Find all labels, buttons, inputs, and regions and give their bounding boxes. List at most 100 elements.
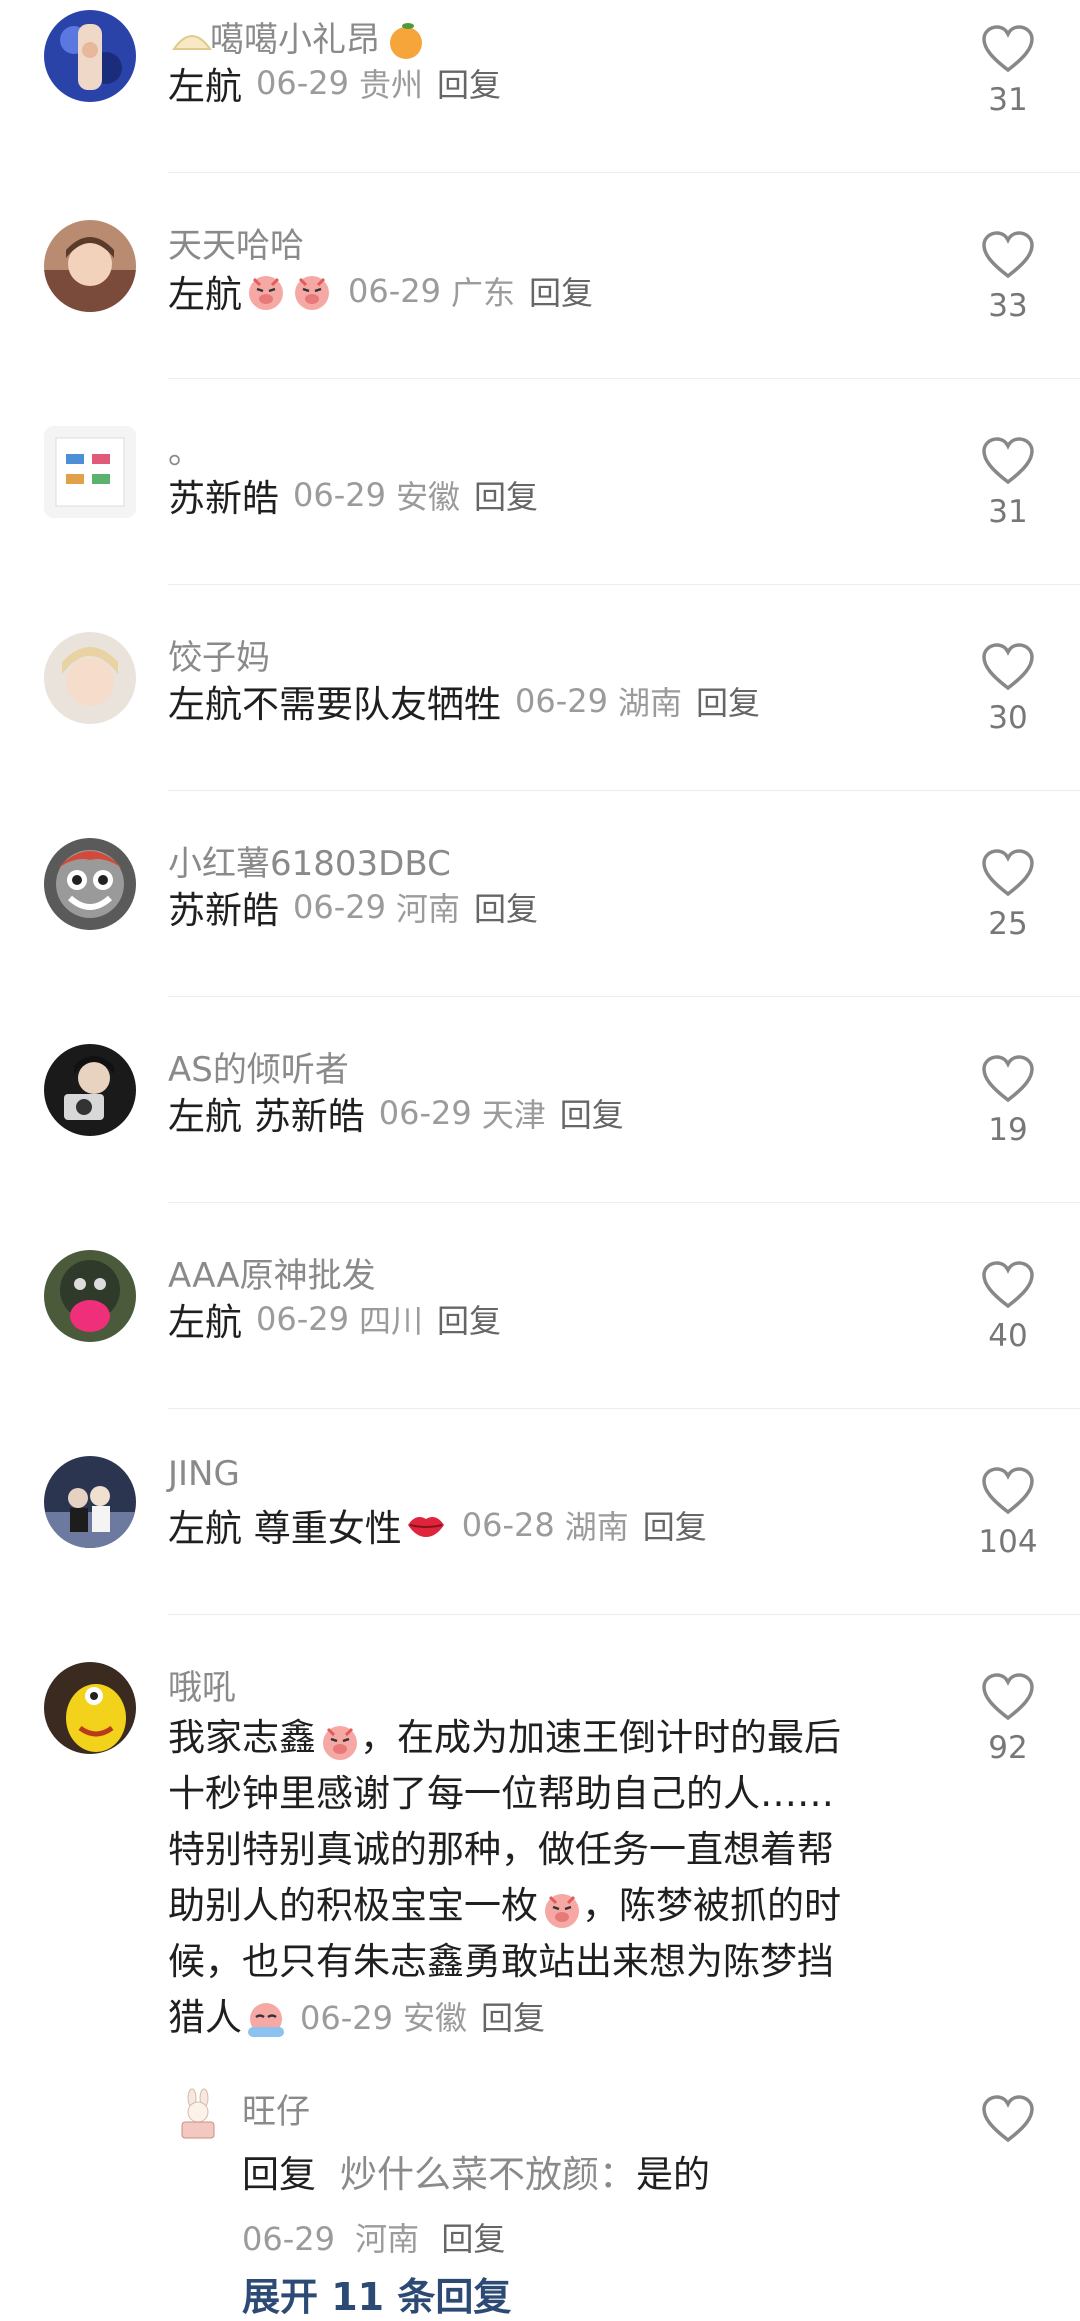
comment-date: 06-29 [300,1999,393,2037]
divider [168,378,1080,379]
like-button[interactable]: 92 [978,1672,1038,1766]
comment-username[interactable]: JING [168,1454,240,1494]
like-button[interactable]: 104 [978,1466,1038,1560]
avatar[interactable] [176,2088,220,2142]
comment-date: 06-29 [293,888,386,926]
like-button[interactable]: 30 [978,642,1038,736]
expand-replies-link[interactable]: 展开 11 条回复 [242,2266,511,2321]
comment-date: 06-29 [348,272,441,310]
comment-text-line: 苏新皓 06-29 河南 回复 [168,880,538,934]
like-button[interactable]: 31 [978,436,1038,530]
sub-reply-text: 回复 炒什么菜不放颜：是的 [242,2153,710,2196]
divider [168,790,1080,791]
comment-text: 我家志鑫 ，在成为加速王倒计时的最后 十秒钟里感谢了每一位帮助自己的人…… 特别特… [168,1710,948,2046]
heart-icon [982,1673,1034,1721]
like-button[interactable]: 33 [978,230,1038,324]
comment-location: 河南 [395,890,460,928]
like-count: 31 [988,494,1028,530]
comment-text: 苏新皓 [168,889,279,932]
avatar[interactable] [44,1662,136,1754]
reply-button[interactable]: 回复 [474,884,538,930]
avatar[interactable] [44,220,136,312]
like-button[interactable] [978,2094,1038,2144]
divider [168,996,1080,997]
divider [168,584,1080,585]
reply-button[interactable]: 回复 [560,1090,624,1136]
like-count: 104 [978,1524,1038,1560]
comment-location: 天津 [481,1096,546,1134]
reply-button[interactable]: 回复 [643,1502,707,1548]
comment-text-line: 左航 06-29 四川 回复 [168,1292,501,1346]
comment-location: 安徽 [395,478,460,516]
comment-text: 左航 尊重女性 [168,1507,402,1550]
avatar[interactable] [44,1250,136,1342]
comment-username[interactable]: 饺子妈 [168,630,270,679]
divider [168,1614,1080,1615]
comment-location: 湖南 [564,1508,629,1546]
comment-date: 06-29 [515,682,608,720]
comment-text: 苏新皓 [168,477,279,520]
heart-icon [982,849,1034,897]
comment-username[interactable]: 。 [168,424,202,473]
reply-button[interactable]: 回复 [437,1296,501,1342]
comment-text: 左航 苏新皓 [168,1095,365,1138]
bunny-cake-icon [181,2088,215,2139]
lips-emoji [404,1503,448,1547]
like-button[interactable]: 19 [978,1054,1038,1148]
comment-username[interactable]: AAA原神批发 [168,1248,376,1297]
avatar[interactable] [44,838,136,930]
comment-text: 左航不需要队友牺牲 [168,683,501,726]
heart-icon [982,643,1034,691]
comment-username[interactable]: AS的倾听者 [168,1042,349,1091]
avatar[interactable] [44,1044,136,1136]
comment-text: 左航 [168,1301,242,1344]
comment-date: 06-29 [378,1094,472,1132]
like-count: 19 [988,1112,1028,1148]
angry-pig-emoji [244,269,288,313]
heart-icon [982,25,1034,73]
avatar[interactable] [44,10,136,102]
comment-text-line: 左航 尊重女性 06-28 湖南 回复 [168,1498,707,1552]
reply-button[interactable]: 回复 [481,1990,545,2046]
avatar[interactable] [44,1456,136,1548]
heart-icon [982,1467,1034,1515]
angry-pig-emoji [540,1887,582,1929]
comment-location: 贵州 [358,66,423,104]
sub-reply-username[interactable]: 旺仔 [242,2084,310,2133]
comment-text-line: 左航 06-29 贵州 回复 [168,56,501,110]
comment-username[interactable]: 噶噶小礼昂 [168,12,422,61]
like-button[interactable]: 31 [978,24,1038,118]
like-count: 92 [988,1730,1028,1766]
avatar[interactable] [44,426,136,518]
comment-location: 安徽 [402,1999,467,2037]
angry-pig-emoji [318,1719,360,1761]
angry-pig-emoji [290,269,334,313]
quoted-username[interactable]: 炒什么菜不放颜： [340,2153,636,2196]
heart-icon [982,1055,1034,1103]
reply-button[interactable]: 回复 [441,2220,505,2258]
comment-username[interactable]: 天天哈哈 [168,218,304,267]
comment-text-line: 左航不需要队友牺牲 06-29 湖南 回复 [168,674,760,728]
like-button[interactable]: 25 [978,848,1038,942]
divider [168,172,1080,173]
comment-location: 四川 [358,1302,423,1340]
comment-text-line: 左航 苏新皓 06-29 天津 回复 [168,1086,624,1140]
divider [168,1408,1080,1409]
comment-text-line: 左航 06-29 广东 回复 [168,264,593,318]
crying-pig-emoji [244,1997,286,2039]
reply-button[interactable]: 回复 [474,472,538,518]
comment-date: 06-29 [293,476,386,514]
like-button[interactable]: 40 [978,1260,1038,1354]
like-count: 25 [988,906,1028,942]
reply-button[interactable]: 回复 [529,268,593,314]
reply-button[interactable]: 回复 [437,60,501,106]
comment-text-line: 苏新皓 06-29 安徽 回复 [168,468,538,522]
like-count: 40 [988,1318,1028,1354]
heart-icon [982,2095,1034,2143]
reply-button[interactable]: 回复 [696,678,760,724]
comment-location: 河南 [355,2220,420,2258]
comment-username[interactable]: 哦吼 [168,1660,236,1709]
orange-icon [384,19,422,59]
comment-username[interactable]: 小红薯61803DBC [168,836,451,885]
avatar[interactable] [44,632,136,724]
